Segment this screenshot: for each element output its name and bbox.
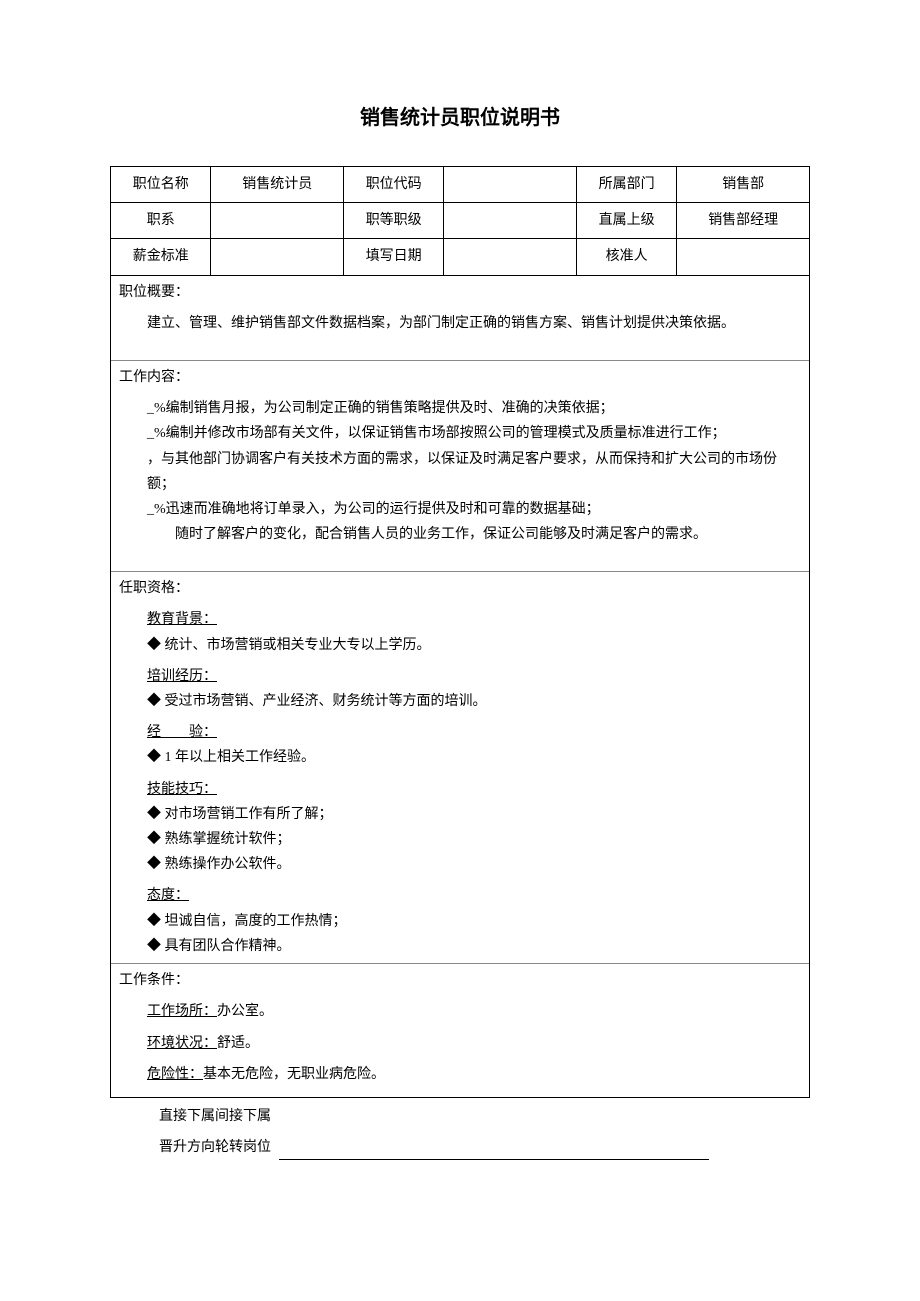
work-item-4: _%迅速而准确地将订单录入，为公司的运行提供及时和可靠的数据基础； [119, 497, 801, 522]
footer-line-1: 直接下属间接下属 [159, 1104, 810, 1129]
header-row-1: 职位名称 销售统计员 职位代码 所属部门 销售部 [111, 167, 810, 203]
label-salary-standard: 薪金标准 [111, 239, 211, 275]
value-grade-level [444, 203, 577, 239]
value-salary-standard [211, 239, 344, 275]
training-head: 培训经历： [147, 664, 801, 689]
value-position-code [444, 167, 577, 203]
direct-sub-label: 直接下属 [159, 1109, 215, 1124]
rotation-underline [279, 1146, 709, 1160]
condition-label-1: 工作场所： [147, 1004, 217, 1019]
attitude-item-2: ◆ 具有团队合作精神。 [147, 934, 801, 959]
attitude-item-1: ◆ 坦诚自信，高度的工作热情； [147, 909, 801, 934]
promotion-label: 晋升方向 [159, 1140, 215, 1155]
qualification-body: 教育背景： ◆ 统计、市场营销或相关专业大专以上学历。 培训经历： ◆ 受过市场… [119, 607, 801, 958]
condition-label-2: 环境状况： [147, 1036, 217, 1051]
label-fill-date: 填写日期 [343, 239, 443, 275]
overview-text: 建立、管理、维护销售部文件数据档案，为部门制定正确的销售方案、销售计划提供决策依… [119, 311, 801, 336]
attitude-head: 态度： [147, 883, 801, 908]
label-approver: 核准人 [576, 239, 676, 275]
section-qualification: 任职资格： 教育背景： ◆ 统计、市场营销或相关专业大专以上学历。 培训经历： … [111, 571, 809, 963]
work-item-2: _%编制并修改市场部有关文件，以保证销售市场部按照公司的管理模式及质量标准进行工… [119, 421, 801, 446]
conditions-title: 工作条件： [119, 968, 801, 993]
qualification-title: 任职资格： [119, 576, 801, 601]
condition-value-3: 基本无危险，无职业病危险。 [203, 1067, 385, 1082]
condition-row-1: 工作场所：办公室。 [147, 999, 801, 1024]
section-overview: 职位概要： 建立、管理、维护销售部文件数据档案，为部门制定正确的销售方案、销售计… [111, 276, 809, 360]
header-row-3: 薪金标准 填写日期 核准人 [111, 239, 810, 275]
label-direct-supervisor: 直属上级 [576, 203, 676, 239]
work-item-3: ，与其他部门协调客户有关技术方面的需求，以保证及时满足客户要求，从而保持和扩大公… [119, 447, 801, 497]
work-content-title: 工作内容： [119, 365, 801, 390]
label-job-family: 职系 [111, 203, 211, 239]
skills-item-1: ◆ 对市场营销工作有所了解； [147, 802, 801, 827]
condition-value-1: 办公室。 [217, 1004, 273, 1019]
experience-head: 经 验： [147, 720, 801, 745]
footer-block: 直接下属间接下属 晋升方向轮转岗位 [110, 1098, 810, 1160]
condition-row-2: 环境状况：舒适。 [147, 1031, 801, 1056]
value-fill-date [444, 239, 577, 275]
main-content-box: 职位概要： 建立、管理、维护销售部文件数据档案，为部门制定正确的销售方案、销售计… [110, 276, 810, 1098]
value-direct-supervisor: 销售部经理 [677, 203, 810, 239]
value-approver [677, 239, 810, 275]
header-row-2: 职系 职等职级 直属上级 销售部经理 [111, 203, 810, 239]
header-table: 职位名称 销售统计员 职位代码 所属部门 销售部 职系 职等职级 直属上级 销售… [110, 166, 810, 276]
footer-line-2: 晋升方向轮转岗位 [159, 1135, 810, 1160]
indirect-sub-label: 间接下属 [215, 1109, 271, 1124]
training-item-1: ◆ 受过市场营销、产业经济、财务统计等方面的培训。 [147, 689, 801, 714]
condition-row-3: 危险性：基本无危险，无职业病危险。 [147, 1062, 801, 1087]
label-position-name: 职位名称 [111, 167, 211, 203]
label-position-code: 职位代码 [343, 167, 443, 203]
section-conditions: 工作条件： 工作场所：办公室。 环境状况：舒适。 危险性：基本无危险，无职业病危… [111, 963, 809, 1097]
education-item-1: ◆ 统计、市场营销或相关专业大专以上学历。 [147, 633, 801, 658]
skills-head: 技能技巧： [147, 777, 801, 802]
conditions-body: 工作场所：办公室。 环境状况：舒适。 危险性：基本无危险，无职业病危险。 [119, 999, 801, 1087]
value-position-name: 销售统计员 [211, 167, 344, 203]
value-job-family [211, 203, 344, 239]
value-department: 销售部 [677, 167, 810, 203]
education-head: 教育背景： [147, 607, 801, 632]
work-item-1: _%编制销售月报，为公司制定正确的销售策略提供及时、准确的决策依据； [119, 396, 801, 421]
overview-title: 职位概要： [119, 280, 801, 305]
page-title: 销售统计员职位说明书 [110, 100, 810, 136]
skills-item-3: ◆ 熟练操作办公软件。 [147, 852, 801, 877]
label-grade-level: 职等职级 [343, 203, 443, 239]
experience-item-1: ◆ 1 年以上相关工作经验。 [147, 745, 801, 770]
section-work-content: 工作内容： _%编制销售月报，为公司制定正确的销售策略提供及时、准确的决策依据；… [111, 360, 809, 571]
condition-value-2: 舒适。 [217, 1036, 259, 1051]
skills-item-2: ◆ 熟练掌握统计软件； [147, 827, 801, 852]
work-extra: 随时了解客户的变化，配合销售人员的业务工作，保证公司能够及时满足客户的需求。 [119, 522, 801, 547]
label-department: 所属部门 [576, 167, 676, 203]
rotation-label: 轮转岗位 [215, 1140, 271, 1155]
condition-label-3: 危险性： [147, 1067, 203, 1082]
